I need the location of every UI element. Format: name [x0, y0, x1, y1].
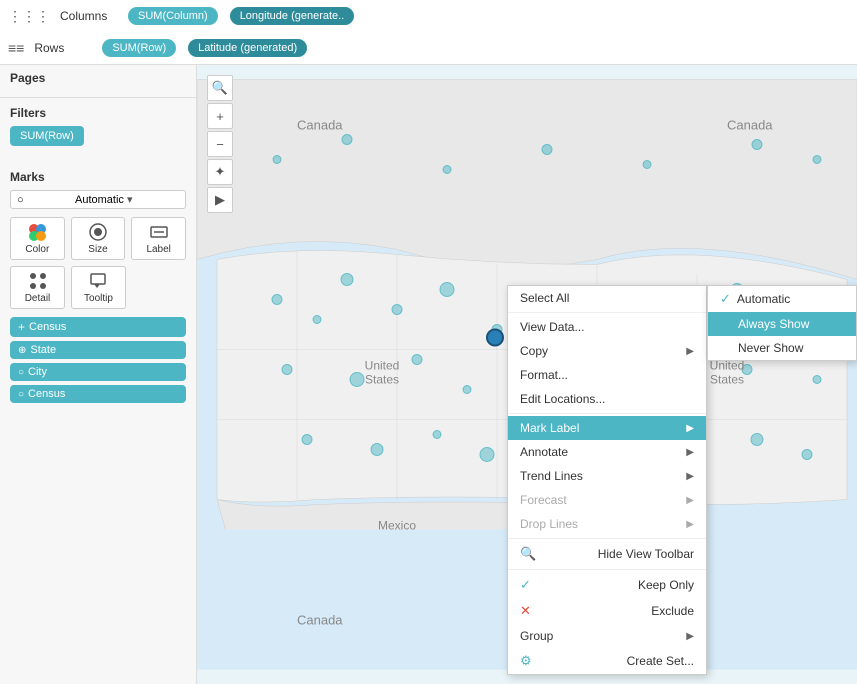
- map-view[interactable]: Canada Canada United States United State…: [197, 65, 857, 684]
- zoom-out-button[interactable]: −: [207, 131, 233, 157]
- create-set-item[interactable]: ⚙ Create Set...: [508, 648, 706, 674]
- search-tool-button[interactable]: 🔍: [207, 75, 233, 101]
- circle-icon-state: ⊕: [18, 345, 26, 356]
- census-dimension-row[interactable]: + Census: [10, 317, 186, 337]
- sum-column-pill[interactable]: SUM(Column): [128, 7, 218, 25]
- filter-chip[interactable]: SUM(Row): [10, 126, 84, 146]
- automatic-check-icon: ✓: [720, 291, 731, 307]
- forecast-item: Forecast ▶: [508, 488, 706, 512]
- forecast-arrow-icon: ▶: [686, 495, 694, 506]
- pin-tool-button[interactable]: ✦: [207, 159, 233, 185]
- mark-label-arrow-icon: ▶: [686, 423, 694, 434]
- never-show-item[interactable]: Never Show: [708, 336, 856, 360]
- city-dimension-row[interactable]: ○ City: [10, 363, 186, 381]
- hide-toolbar-item[interactable]: 🔍 Hide View Toolbar: [508, 541, 706, 567]
- keep-only-item[interactable]: ✓ Keep Only: [508, 572, 706, 598]
- city-label: City: [28, 366, 47, 378]
- annotate-arrow-icon: ▶: [686, 447, 694, 458]
- circle-icon-city: ○: [18, 367, 24, 378]
- select-all-item[interactable]: Select All: [508, 286, 706, 310]
- svg-text:Mexico: Mexico: [378, 519, 416, 533]
- latitude-pill[interactable]: Latitude (generated): [188, 39, 307, 57]
- check-icon: ✓: [520, 577, 531, 593]
- state-label: State: [30, 344, 56, 356]
- mark-label-submenu: ✓ Automatic Always Show Never Show: [707, 285, 857, 361]
- circle-icon-census2: ○: [18, 389, 24, 400]
- census-label: Census: [29, 321, 66, 333]
- color-button[interactable]: Color: [10, 217, 65, 260]
- tooltip-button[interactable]: Tooltip: [71, 266, 126, 309]
- trend-lines-item[interactable]: Trend Lines ▶: [508, 464, 706, 488]
- census2-label: Census: [28, 388, 65, 400]
- drop-lines-item: Drop Lines ▶: [508, 512, 706, 536]
- menu-divider-3: [508, 538, 706, 539]
- format-item[interactable]: Format...: [508, 363, 706, 387]
- pages-title: Pages: [10, 71, 186, 85]
- automatic-item[interactable]: ✓ Automatic: [708, 286, 856, 312]
- svg-text:United: United: [365, 359, 400, 373]
- mark-label-item[interactable]: Mark Label ▶: [508, 416, 706, 440]
- longitude-pill[interactable]: Longitude (generate..: [230, 7, 355, 25]
- annotate-item[interactable]: Annotate ▶: [508, 440, 706, 464]
- rows-label: Rows: [34, 41, 94, 55]
- svg-text:States: States: [365, 373, 399, 387]
- map-toolbar: 🔍 + − ✦ ▶: [207, 75, 233, 213]
- edit-locations-item[interactable]: Edit Locations...: [508, 387, 706, 411]
- dropdown-arrow-icon: ▾: [127, 193, 179, 206]
- sum-row-pill[interactable]: SUM(Row): [102, 39, 176, 57]
- marks-title: Marks: [10, 170, 186, 184]
- label-icon: [149, 222, 169, 242]
- census2-dimension-row[interactable]: ○ Census: [10, 385, 186, 403]
- svg-text:Canada: Canada: [727, 118, 773, 133]
- menu-divider-4: [508, 569, 706, 570]
- columns-icon: ⋮⋮⋮: [8, 8, 50, 25]
- pan-tool-button[interactable]: ▶: [207, 187, 233, 213]
- svg-text:Canada: Canada: [297, 613, 343, 628]
- copy-arrow-icon: ▶: [686, 346, 694, 357]
- plus-icon: +: [18, 320, 25, 334]
- svg-text:Canada: Canada: [297, 118, 343, 133]
- tooltip-icon: [89, 271, 109, 291]
- copy-item[interactable]: Copy ▶: [508, 339, 706, 363]
- zoom-in-button[interactable]: +: [207, 103, 233, 129]
- view-data-item[interactable]: View Data...: [508, 315, 706, 339]
- exclude-item[interactable]: ✕ Exclude: [508, 598, 706, 624]
- marks-type-dropdown[interactable]: ○ Automatic ▾: [10, 190, 186, 209]
- group-arrow-icon: ▶: [686, 631, 694, 642]
- detail-button[interactable]: Detail: [10, 266, 65, 309]
- size-button[interactable]: Size: [71, 217, 126, 260]
- color-icon: [27, 222, 47, 242]
- size-icon: [88, 222, 108, 242]
- context-menu: Select All View Data... Copy ▶ Format...…: [507, 285, 707, 675]
- menu-divider-2: [508, 413, 706, 414]
- filters-title: Filters: [10, 106, 186, 120]
- rows-icon: ≡≡: [8, 40, 24, 56]
- x-icon: ✕: [520, 603, 531, 619]
- svg-text:States: States: [710, 373, 744, 387]
- columns-label: Columns: [60, 9, 120, 23]
- group-item[interactable]: Group ▶: [508, 624, 706, 648]
- drop-lines-arrow-icon: ▶: [686, 519, 694, 530]
- state-dimension-row[interactable]: ⊕ State: [10, 341, 186, 359]
- label-button[interactable]: Label: [131, 217, 186, 260]
- detail-icon: [28, 271, 48, 291]
- trend-lines-arrow-icon: ▶: [686, 471, 694, 482]
- menu-divider-1: [508, 312, 706, 313]
- always-show-item[interactable]: Always Show: [708, 312, 856, 336]
